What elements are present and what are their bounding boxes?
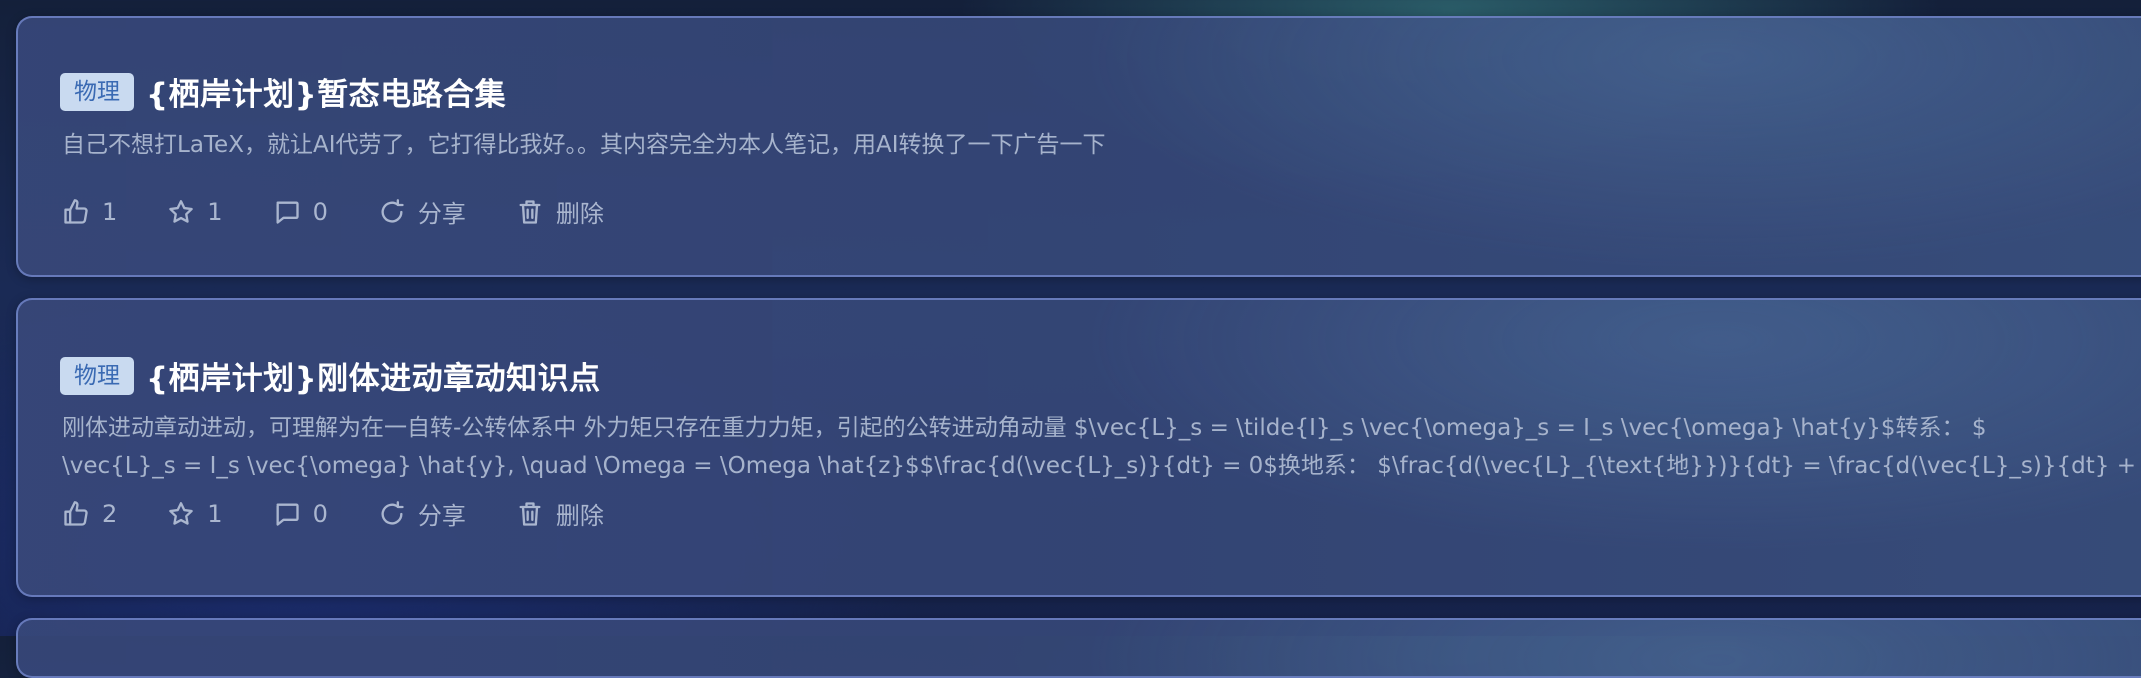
star-count: 1 (207, 197, 223, 226)
share-label: 分享 (417, 502, 466, 530)
post-card[interactable]: 物理 {栖岸计划}暂态电路合集 自己不想打LaTeX，就让AI代劳了，它打得比我… (16, 16, 2141, 277)
star-icon (169, 501, 194, 525)
share-icon (381, 198, 404, 223)
share-label: 分享 (417, 200, 466, 228)
comment-icon (276, 201, 299, 224)
like-button[interactable]: 2 (62, 500, 117, 528)
share-button[interactable]: 分享 (378, 496, 466, 531)
post-description-line: \vec{L}_s = I_s \vec{\omega} \hat{y}, \q… (62, 453, 2134, 479)
comment-button[interactable]: 0 (273, 198, 328, 226)
post-actions: 2 1 0 分享 删除 (62, 496, 654, 531)
share-icon (381, 500, 404, 525)
delete-label: 删除 (555, 200, 604, 228)
post-description-line: 刚体进动章动进动，可理解为在一自转-公转体系中 外力矩只存在重力力矩，引起的公转… (62, 415, 1987, 441)
star-icon (169, 199, 194, 223)
post-title-row: 物理 {栖岸计划}暂态电路合集 (60, 69, 506, 114)
star-button[interactable]: 1 (167, 499, 223, 528)
thumbs-up-icon (64, 500, 88, 526)
delete-button[interactable]: 删除 (516, 496, 604, 531)
like-button[interactable]: 1 (62, 198, 117, 226)
category-tag[interactable]: 物理 (60, 72, 134, 111)
post-title[interactable]: {栖岸计划}刚体进动章动知识点 (146, 353, 601, 398)
category-tag[interactable]: 物理 (60, 356, 134, 395)
star-button[interactable]: 1 (167, 197, 223, 226)
post-title-row: 物理 {栖岸计划}刚体进动章动知识点 (60, 353, 601, 398)
post-title[interactable]: {栖岸计划}暂态电路合集 (146, 69, 506, 114)
delete-button[interactable]: 删除 (516, 194, 604, 229)
comment-count: 0 (312, 197, 328, 226)
comment-count: 0 (312, 499, 328, 528)
thumbs-up-icon (64, 198, 88, 224)
post-card[interactable] (16, 618, 2141, 678)
delete-label: 删除 (555, 502, 604, 530)
like-count: 1 (102, 197, 118, 226)
trash-icon (519, 199, 541, 224)
post-description-line: 自己不想打LaTeX，就让AI代劳了，它打得比我好。。其内容完全为本人笔记，用A… (62, 132, 1106, 158)
trash-icon (519, 501, 541, 526)
post-card[interactable]: 物理 {栖岸计划}刚体进动章动知识点 刚体进动章动进动，可理解为在一自转-公转体… (16, 298, 2141, 597)
comment-icon (276, 503, 299, 526)
comment-button[interactable]: 0 (273, 500, 328, 528)
like-count: 2 (102, 499, 118, 528)
post-actions: 1 1 0 分享 删除 (62, 194, 654, 229)
share-button[interactable]: 分享 (378, 194, 466, 229)
post-description: 自己不想打LaTeX，就让AI代劳了，它打得比我好。。其内容完全为本人笔记，用A… (62, 126, 2134, 164)
star-count: 1 (207, 499, 223, 528)
post-description: 刚体进动章动进动，可理解为在一自转-公转体系中 外力矩只存在重力力矩，引起的公转… (62, 409, 2134, 485)
